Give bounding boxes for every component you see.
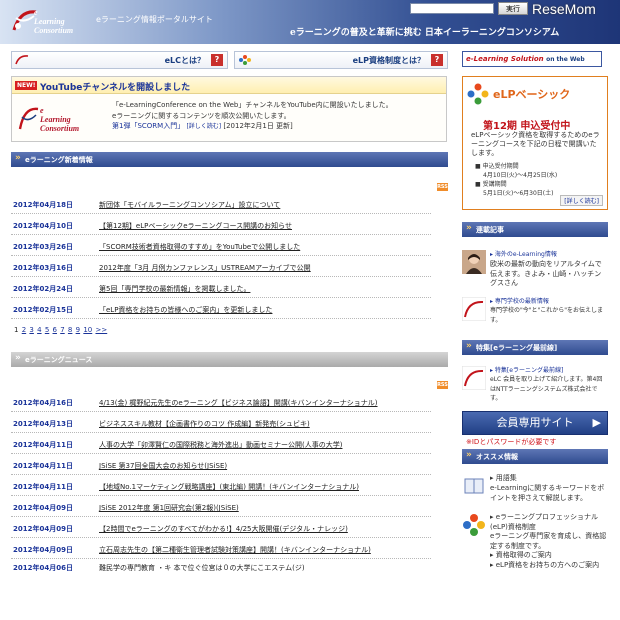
announcement-title[interactable]: YouTubeチャンネルを開設しました <box>40 80 190 93</box>
elp-schedule: ■ 申込受付期間 4月10日(火)〜4月25日(水) ■ 受講期間 5月1日(火… <box>475 163 558 197</box>
search-input[interactable] <box>410 3 494 14</box>
nav-elp-label: eLP資格制度とは？ <box>352 56 425 65</box>
elp-flower-icon <box>467 83 489 105</box>
serial-item2-desc: 専門学校の"今"と"これから"をお伝えします。 <box>490 307 604 324</box>
page-link[interactable]: 2 <box>22 326 26 334</box>
announcement-line2: eラーニングに関するコンテンツを順次公開いたします。 <box>112 111 291 120</box>
osusume-link-holders[interactable]: ▸ eLP資格をお持ちの方へのご案内 <box>490 561 608 571</box>
feature-heading: 特集[eラーニング最前線] <box>462 340 608 355</box>
feature-item-desc: eLC 会員を取り上げて紹介します。第4回はNTTラーニングシステムズ株式会社で… <box>490 376 603 402</box>
news-row[interactable]: 2012年04月16日 4/13(金) 梶野紀元先生のeラーニング【ビジネス論語】… <box>11 391 431 412</box>
search-button[interactable]: 実行 <box>498 2 528 15</box>
osusume-heading: オススメ情報 <box>462 449 608 464</box>
news-row[interactable]: 2012年04月13日 ビジネススキル教材【企画書作りのコツ 作成編】新発売(シュ… <box>11 412 431 433</box>
elp-flower-icon <box>239 55 251 65</box>
announcement-body: 「e-LearningConference on the Web」チャンネルをY… <box>112 100 442 133</box>
new-badge: NEW! <box>15 81 38 90</box>
announcement-header: NEW! YouTubeチャンネルを開設しました <box>12 77 446 94</box>
osusume-item1-title[interactable]: ▸ 用語集 <box>490 474 517 484</box>
elc-logo-mark-icon <box>462 366 486 390</box>
page-link[interactable]: 5 <box>45 326 49 334</box>
arrow-right-icon: ▶ <box>592 416 601 429</box>
announcement-more-link[interactable]: [詳しく読む] <box>186 123 221 130</box>
els-banner-a: e-Learning <box>466 55 509 63</box>
nav-elc-about[interactable]: eLCとは？ ? <box>11 51 228 69</box>
page-link[interactable]: 8 <box>68 326 72 334</box>
page-link[interactable]: 3 <box>29 326 33 334</box>
els-banner-c: on the Web <box>546 56 585 63</box>
announcement-logo: e Learning Consortium <box>18 103 106 137</box>
elc-logo-text: e Learning Consortium <box>34 8 74 35</box>
news-row[interactable]: 2012年04月09日 立石周志先生の【第二種衛生管理者試験対策講座】開講！(キバ… <box>11 538 431 559</box>
pagination: 1 2 3 4 5 6 7 8 9 10 >> <box>14 326 108 334</box>
page-link[interactable]: 4 <box>37 326 41 334</box>
announcement-line1: 「e-LearningConference on the Web」チャンネルをY… <box>112 101 393 109</box>
elp-more-button[interactable]: [詳しく読む] <box>560 195 603 206</box>
news-row[interactable]: 2012年02月15日 「eLP資格をお持ちの皆様へのご案内」を更新しました <box>11 298 431 319</box>
elp-title: eLPベーシック <box>493 88 571 101</box>
elp-title-wrap: eLPベーシック <box>467 81 603 119</box>
elearning-solution-banner[interactable]: e-Learning Solution on the Web <box>462 51 602 67</box>
serial-heading: 連載記事 <box>462 222 608 237</box>
serial-item-overseas[interactable]: ▸ 海外のe-Learning情報 欧米の最新の動向をリアルタイムで伝えます。き… <box>462 250 608 292</box>
page-link: 1 <box>14 326 19 334</box>
news-row[interactable]: 2012年03月26日 「SCORM技術者資格取得のすすめ」をYouTubeで公開… <box>11 235 431 256</box>
announcement-logo-text: e Learning Consortium <box>40 106 80 133</box>
rss-icon[interactable]: RSS <box>437 381 448 389</box>
serial-item1-desc: 欧米の最新の動向をリアルタイムで伝えます。きよみ・山崎・ハッチングスさん <box>490 260 602 287</box>
elc-logo-mark-icon <box>18 107 39 130</box>
member-site-button[interactable]: 会員専用サイト ▶ <box>462 411 608 435</box>
page-next-link[interactable]: >> <box>95 326 107 334</box>
resemom-watermark: ReseMom <box>532 1 596 17</box>
news-row[interactable]: 2012年04月09日 JSiSE 2012年度 第1回研究会(第2報)(JSiS… <box>11 496 431 517</box>
question-icon: ? <box>211 54 223 66</box>
osusume-elp[interactable]: ▸ eラーニングプロフェッショナル(eLP)資格制度 eラーニング専門家を育成し… <box>462 513 608 573</box>
elc-small-logo-icon <box>15 55 29 65</box>
feature-item[interactable]: ▸ 特集[eラーニング最前線] eLC 会員を取り上げて紹介します。第4回はNT… <box>462 366 608 402</box>
elp-basic-promo[interactable]: eLPベーシック 第12期 申込受付中 eLPベーシック資格を取得するためのeラ… <box>462 76 608 210</box>
author-avatar <box>462 250 486 274</box>
page-link[interactable]: 10 <box>83 326 92 334</box>
news-row[interactable]: 2012年03月16日 2012年度「3月 月例カンファレンス」USTREAMアー… <box>11 256 431 277</box>
announcement-date: [2012年2月1日 更新] <box>223 122 293 130</box>
elc-logo-mark-icon <box>462 297 486 321</box>
whats-new-heading: eラーニング新着情報 <box>11 152 448 167</box>
elc-logo[interactable]: e Learning Consortium <box>10 4 90 40</box>
site-header: e Learning Consortium eラーニング情報ポータルサイト 実行… <box>0 0 620 44</box>
question-icon: ? <box>431 54 443 66</box>
news-row[interactable]: 2012年02月24日 第5回「専門学校の最新情報」を掲載しました。 <box>11 277 431 298</box>
elp-subtitle: 第12期 申込受付中 <box>483 121 571 132</box>
rss-icon[interactable]: RSS <box>437 183 448 191</box>
news-row[interactable]: 2012年04月18日 新団体「モバイルラーニングコンソシアム」設立について <box>11 193 431 214</box>
els-banner-b: Solution <box>510 55 544 63</box>
page-link[interactable]: 6 <box>53 326 57 334</box>
news-row[interactable]: 2012年04月09日 【2時間でeラーニングのすべてがわかる!】4/25大阪開催… <box>11 517 431 538</box>
book-icon <box>464 478 484 494</box>
elp-flower-icon <box>463 514 485 536</box>
news-row[interactable]: 2012年04月11日 【地域No.1マーケティング戦略講座】(東北編) 開講！(… <box>11 475 431 496</box>
portal-title: eラーニング情報ポータルサイト <box>96 15 213 24</box>
news-row[interactable]: 2012年04月10日 【第12期】eLPベーシックeラーニングコース開講のお知ら… <box>11 214 431 235</box>
osusume-glossary[interactable]: ▸ 用語集 e-Learningに関するキーワードをポイントを押さえて解説します… <box>462 474 608 508</box>
nav-elp-about[interactable]: eLP資格制度とは？ ? <box>234 51 448 69</box>
osusume-item1-desc: e-Learningに関するキーワードをポイントを押さえて解説します。 <box>490 484 605 502</box>
serial-item-school[interactable]: ▸ 専門学校の最新情報 専門学校の"今"と"これから"をお伝えします。 <box>462 297 608 327</box>
announcement-scorm-link[interactable]: 第1弾「SCORM入門」 <box>112 122 184 130</box>
osusume-item2-title[interactable]: ▸ eラーニングプロフェッショナル(eLP)資格制度 <box>490 513 608 532</box>
member-id-note: ※IDとパスワードが必要です <box>466 438 557 446</box>
serial-item1-title[interactable]: ▸ 海外のe-Learning情報 <box>490 250 557 260</box>
elp-description: eLPベーシック資格を取得するためのeラーニングコースを下記の日程で開講いたしま… <box>471 131 600 157</box>
youtube-announcement: NEW! YouTubeチャンネルを開設しました e Learning Cons… <box>11 76 447 142</box>
header-tagline: eラーニングの普及と革新に挑む 日本イーラーニングコンソシアム <box>290 28 560 38</box>
elearning-news-heading: eラーニングニュース <box>11 352 448 367</box>
page-link[interactable]: 7 <box>60 326 64 334</box>
news-row[interactable]: 2012年04月11日 人事の大学「卯澤賢仁の国際税務と海外進出」動画セミナー公開… <box>11 433 431 454</box>
nav-elc-label: eLCとは？ <box>164 56 205 65</box>
osusume-link-acquire[interactable]: ▸ 資格取得のご案内 <box>490 551 608 561</box>
osusume-item2-desc: eラーニング専門家を育成し、資格認定する制度です。 <box>490 532 607 550</box>
page-link[interactable]: 9 <box>76 326 80 334</box>
news-row[interactable]: 2012年04月06日 難民学の専門教育 ・キ 本で位ぐ位宮は０の大学にこエステム… <box>11 559 431 571</box>
news-row[interactable]: 2012年04月11日 JSiSE 第37回全国大会のお知らせ(JSiSE) <box>11 454 431 475</box>
